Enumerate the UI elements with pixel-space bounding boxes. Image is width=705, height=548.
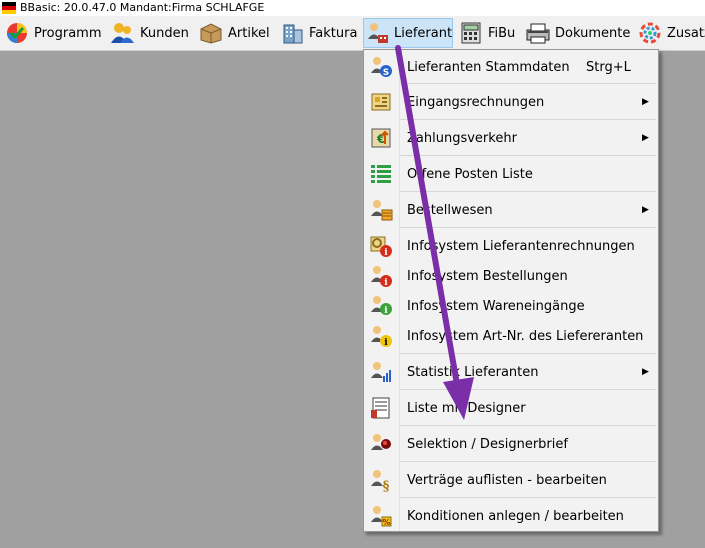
menu-item-label: Infosystem Bestellungen — [407, 268, 568, 284]
menu-separator — [400, 425, 656, 426]
menu-item-label: Lieferanten Stammdaten — [407, 59, 570, 75]
menu-separator — [400, 227, 656, 228]
supplier-master-icon: S — [368, 54, 394, 80]
app-icon — [2, 2, 16, 14]
menu-separator — [400, 353, 656, 354]
svg-text:i: i — [384, 248, 388, 258]
svg-text:i: i — [384, 306, 388, 316]
menu-separator — [400, 155, 656, 156]
menu-programm-label: Programm — [34, 25, 102, 41]
lieferant-dropdown-menu: S Lieferanten Stammdaten Strg+L Eingangs… — [363, 49, 659, 532]
menu-item-infosystem-lieferantenrechnungen[interactable]: i Infosystem Lieferantenrechnungen — [364, 231, 658, 261]
menu-item-label: Statistik Lieferanten — [407, 364, 539, 380]
contracts-icon: § — [368, 467, 394, 493]
menu-item-selektion-designerbrief[interactable]: Selektion / Designerbrief — [364, 429, 658, 459]
menu-item-lieferanten-stammdaten[interactable]: S Lieferanten Stammdaten Strg+L — [364, 52, 658, 82]
menu-bar: Programm Kunden Artikel Faktura Lieferan… — [0, 16, 705, 51]
menu-item-infosystem-wareneingaenge[interactable]: i Infosystem Wareneingänge — [364, 291, 658, 321]
conditions-icon: % — [368, 503, 394, 529]
menu-item-label: Konditionen anlegen / bearbeiten — [407, 508, 624, 524]
invoice-icon — [368, 89, 394, 115]
info-article-icon: i — [368, 323, 394, 349]
statistics-icon — [368, 359, 394, 385]
menu-item-label: Infosystem Lieferantenrechnungen — [407, 238, 635, 254]
menu-lieferant[interactable]: Lieferant — [363, 18, 453, 48]
check-globe-icon — [4, 20, 30, 46]
menu-fibu-label: FiBu — [488, 25, 516, 41]
menu-separator — [400, 497, 656, 498]
menu-item-shortcut: Strg+L — [586, 59, 631, 75]
info-goods-icon: i — [368, 293, 394, 319]
menu-zusatzprogramme[interactable]: Zusatzp — [637, 18, 705, 48]
printer-icon — [525, 20, 551, 46]
info-orders-icon: i — [368, 263, 394, 289]
menu-separator — [400, 461, 656, 462]
menu-artikel[interactable]: Artikel — [198, 18, 270, 48]
customers-icon — [110, 20, 136, 46]
menu-item-label: Infosystem Art-Nr. des Liefereranten — [407, 328, 644, 344]
svg-text:§: § — [383, 479, 390, 492]
menu-item-label: Bestellwesen — [407, 202, 493, 218]
svg-text:%: % — [382, 518, 390, 527]
color-wheel-icon — [637, 20, 663, 46]
menu-item-zahlungsverkehr[interactable]: € Zahlungsverkehr ▶ — [364, 123, 658, 153]
menu-faktura[interactable]: Faktura — [279, 18, 357, 48]
menu-item-eingangsrechnungen[interactable]: Eingangsrechnungen ▶ — [364, 87, 658, 117]
menu-item-label: Zahlungsverkehr — [407, 130, 517, 146]
menu-item-infosystem-art-nr[interactable]: i Infosystem Art-Nr. des Liefereranten — [364, 321, 658, 351]
submenu-arrow-icon: ▶ — [642, 97, 649, 107]
svg-text:i: i — [384, 278, 388, 288]
menu-item-label: Eingangsrechnungen — [407, 94, 545, 110]
menu-dokumente-label: Dokumente — [555, 25, 631, 41]
info-invoices-icon: i — [368, 233, 394, 259]
menu-item-vertraege[interactable]: § Verträge auflisten - bearbeiten — [364, 465, 658, 495]
menu-item-liste-mit-designer[interactable]: Liste mit Designer — [364, 393, 658, 423]
menu-item-infosystem-bestellungen[interactable]: i Infosystem Bestellungen — [364, 261, 658, 291]
payment-icon: € — [368, 125, 394, 151]
submenu-arrow-icon: ▶ — [642, 205, 649, 215]
menu-item-label: Offene Posten Liste — [407, 166, 533, 182]
menu-kunden-label: Kunden — [140, 25, 189, 41]
menu-separator — [400, 389, 656, 390]
order-icon — [368, 197, 394, 223]
title-bar: BBasic: 20.0.47.0 Mandant:Firma SCHLAFGE — [0, 0, 705, 16]
menu-programm[interactable]: Programm — [4, 18, 102, 48]
menu-item-label: Liste mit Designer — [407, 400, 526, 416]
building-icon — [279, 20, 305, 46]
menu-item-label: Infosystem Wareneingänge — [407, 298, 585, 314]
calculator-icon — [458, 20, 484, 46]
svg-text:i: i — [384, 338, 388, 348]
menu-separator — [400, 83, 656, 84]
list-icon — [368, 161, 394, 187]
menu-kunden[interactable]: Kunden — [110, 18, 189, 48]
menu-artikel-label: Artikel — [228, 25, 270, 41]
designer-list-icon — [368, 395, 394, 421]
menu-fibu[interactable]: FiBu — [458, 18, 515, 48]
window-title: BBasic: 20.0.47.0 Mandant:Firma SCHLAFGE — [20, 1, 265, 14]
menu-separator — [400, 191, 656, 192]
menu-dokumente[interactable]: Dokumente — [525, 18, 630, 48]
menu-item-bestellwesen[interactable]: Bestellwesen ▶ — [364, 195, 658, 225]
submenu-arrow-icon: ▶ — [642, 367, 649, 377]
menu-faktura-label: Faktura — [309, 25, 358, 41]
menu-lieferant-label: Lieferant — [394, 25, 453, 41]
selection-icon — [368, 431, 394, 457]
submenu-arrow-icon: ▶ — [642, 133, 649, 143]
menu-item-label: Selektion / Designerbrief — [407, 436, 568, 452]
menu-item-label: Verträge auflisten - bearbeiten — [407, 472, 607, 488]
menu-item-statistik-lieferanten[interactable]: Statistik Lieferanten ▶ — [364, 357, 658, 387]
menu-zusatzprogramme-label: Zusatzp — [667, 25, 705, 41]
menu-item-konditionen[interactable]: % Konditionen anlegen / bearbeiten — [364, 501, 658, 531]
supplier-icon — [366, 20, 390, 46]
box-icon — [198, 20, 224, 46]
menu-separator — [400, 119, 656, 120]
svg-text:S: S — [383, 68, 389, 78]
menu-item-offene-posten-liste[interactable]: Offene Posten Liste — [364, 159, 658, 189]
